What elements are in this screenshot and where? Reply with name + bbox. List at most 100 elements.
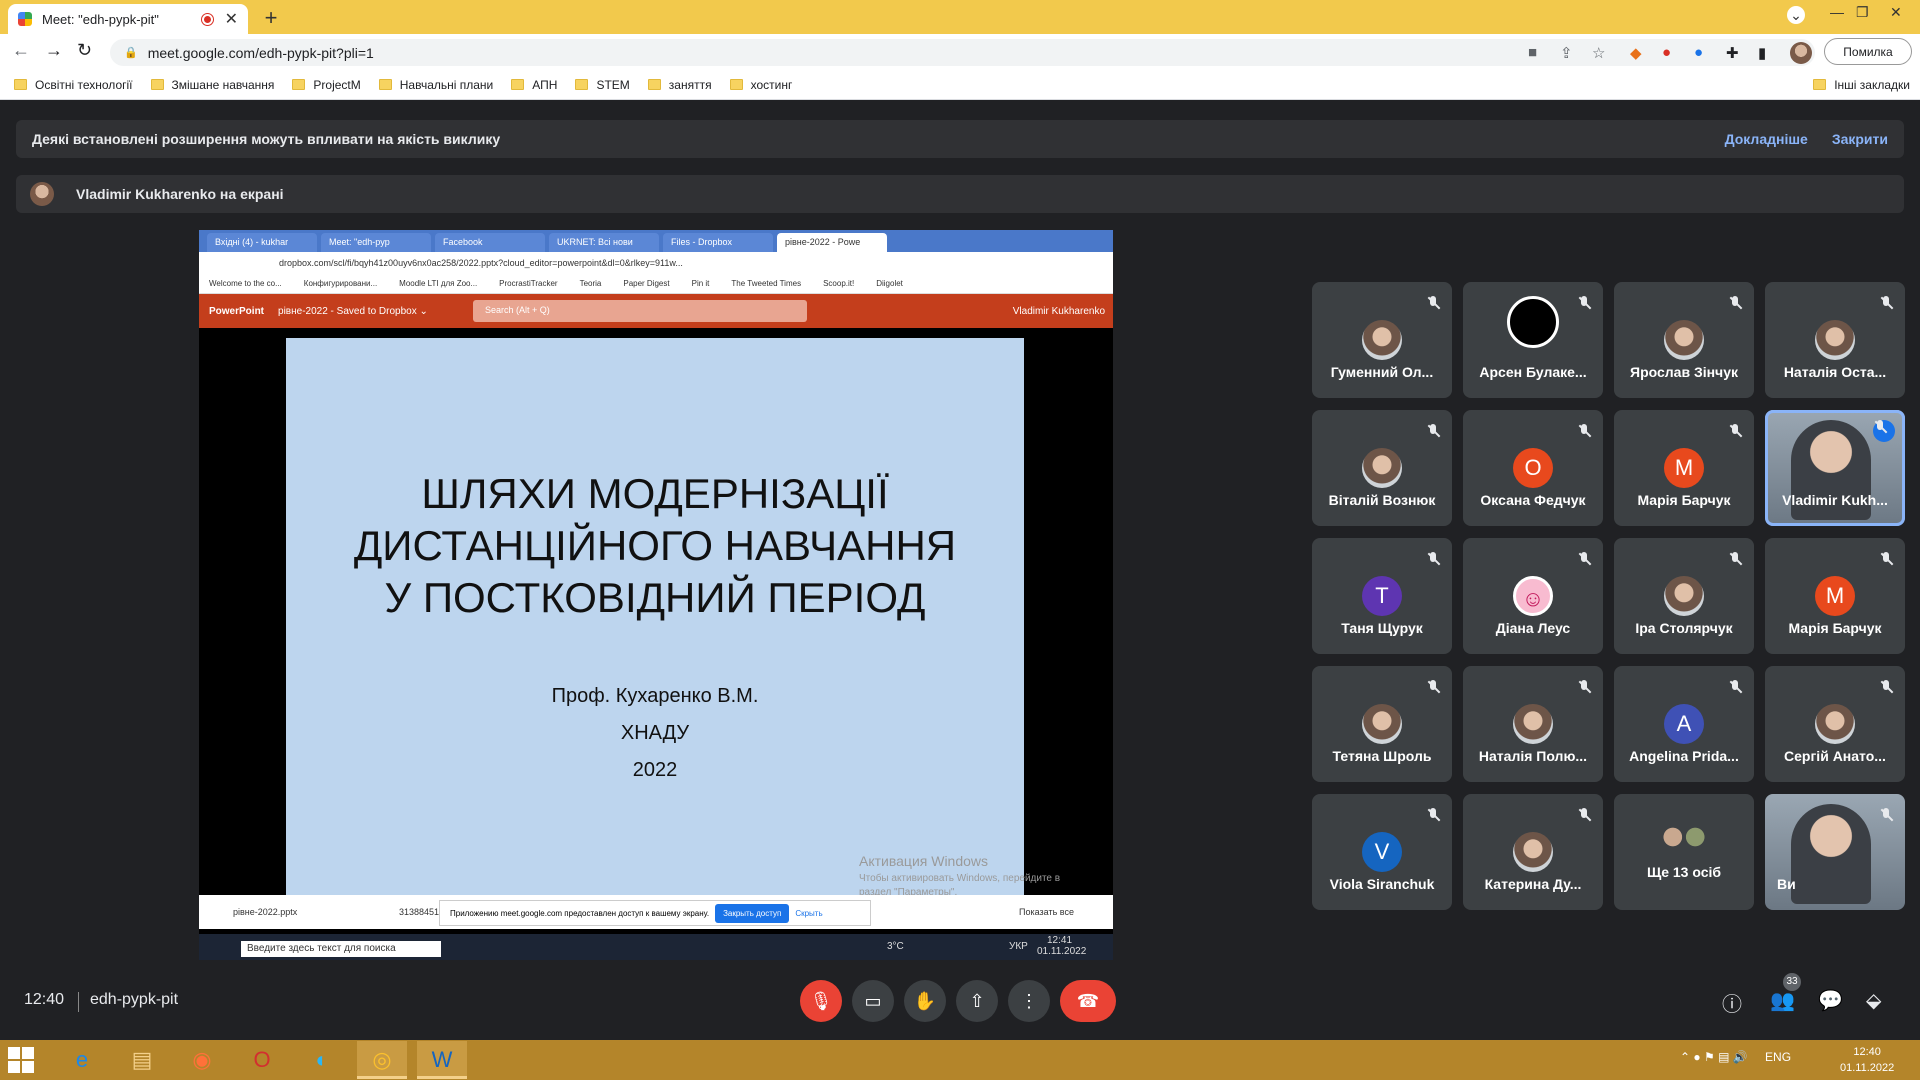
word-icon[interactable]: W xyxy=(417,1041,467,1079)
hand-icon: ✋ xyxy=(913,991,937,1011)
minimize-icon[interactable]: — xyxy=(1830,4,1844,20)
browser-tab-meet[interactable]: Meet: "edh-pypk-pit" ✕ xyxy=(8,4,248,34)
explorer-icon[interactable]: ▤ xyxy=(117,1041,167,1079)
participant-tile[interactable]: О Оксана Федчук xyxy=(1463,410,1603,526)
camera-toggle-button[interactable]: ▭ xyxy=(852,980,894,1022)
bookmark-item[interactable]: Освітні технології xyxy=(14,78,133,92)
participant-tile[interactable]: Vladimir Kukh... xyxy=(1765,410,1905,526)
bookmark-item[interactable]: Навчальні плани xyxy=(378,78,493,92)
participant-tile[interactable]: A Angelina Prida... xyxy=(1614,666,1754,782)
other-bookmarks[interactable]: Інші закладки xyxy=(1813,78,1910,92)
participant-tile[interactable]: Ярослав Зінчук xyxy=(1614,282,1754,398)
opera-icon[interactable]: O xyxy=(237,1041,287,1079)
opera-extension-icon[interactable]: ● xyxy=(1662,44,1671,61)
taskbar-clock[interactable]: 12:40 01.11.2022 xyxy=(1840,1044,1894,1076)
folder-icon xyxy=(729,79,743,90)
shared-url-bar: dropbox.com/scl/fi/bqyh41z00uyv6nx0ac258… xyxy=(199,252,1113,274)
slide-subtitle: Проф. Кухаренко В.М. ХНАДУ 2022 xyxy=(551,685,759,781)
participant-name: Іра Столярчук xyxy=(1635,620,1733,636)
participant-tile[interactable]: ☺ Діана Леус xyxy=(1463,538,1603,654)
present-screen-button[interactable]: ⇧ xyxy=(956,980,998,1022)
bookmark-star-icon[interactable]: ☆ xyxy=(1592,44,1605,62)
participant-tile[interactable]: V Viola Siranchuk xyxy=(1312,794,1452,910)
restore-icon[interactable]: ❐ xyxy=(1856,4,1869,21)
avatar-photo xyxy=(1815,704,1855,744)
mic-toggle-button[interactable]: 🎙 xyxy=(800,980,842,1022)
participant-tile[interactable]: Віталій Вознюк xyxy=(1312,410,1452,526)
bookmark-item[interactable]: ProjectM xyxy=(292,78,361,92)
edge-icon[interactable]: ◐ xyxy=(297,1041,347,1079)
chrome-icon[interactable]: ◎ xyxy=(357,1041,407,1079)
meeting-info-icon[interactable]: ⓘ xyxy=(1722,988,1742,1017)
tab-close-icon[interactable]: ✕ xyxy=(225,9,238,29)
folder-icon xyxy=(1813,79,1827,90)
mic-off-icon xyxy=(1577,808,1591,822)
folder-icon xyxy=(14,79,27,90)
browser-tabstrip xyxy=(0,0,1920,34)
bookmark-item[interactable]: АПН xyxy=(511,78,557,92)
extension-blue-icon[interactable]: ● xyxy=(1694,44,1703,61)
mic-off-icon xyxy=(1879,552,1893,566)
leave-call-button[interactable]: ☎ xyxy=(1060,980,1116,1022)
tab-search-icon[interactable]: ⌄ xyxy=(1787,6,1805,24)
mic-off-icon xyxy=(1879,296,1893,310)
doc-name: рівне-2022 - Saved to Dropbox ⌄ xyxy=(278,305,428,317)
input-language[interactable]: ENG xyxy=(1765,1050,1791,1064)
share-icon[interactable]: ⇪ xyxy=(1560,44,1573,62)
raise-hand-button[interactable]: ✋ xyxy=(904,980,946,1022)
window-close-icon[interactable]: ✕ xyxy=(1890,4,1902,21)
participant-tile[interactable]: Ще 13 осіб xyxy=(1614,794,1754,910)
mic-off-icon xyxy=(1577,296,1591,310)
participant-name: Арсен Булаке... xyxy=(1479,364,1587,380)
dismiss-warning-button[interactable]: Закрити xyxy=(1832,131,1888,147)
firefox-icon[interactable]: ◉ xyxy=(177,1041,227,1079)
participant-tile[interactable]: Наталія Оста... xyxy=(1765,282,1905,398)
people-icon[interactable]: 👥 xyxy=(1770,988,1795,1013)
participant-tile[interactable]: Сергій Анато... xyxy=(1765,666,1905,782)
participant-tile[interactable]: Тетяна Шроль xyxy=(1312,666,1452,782)
participant-tile[interactable]: М Марія Барчук xyxy=(1614,410,1754,526)
participant-tile[interactable]: Іра Столярчук xyxy=(1614,538,1754,654)
participant-name: Оксана Федчук xyxy=(1480,492,1586,508)
participant-tile[interactable]: М Марія Барчук xyxy=(1765,538,1905,654)
participant-tile[interactable]: Наталія Полю... xyxy=(1463,666,1603,782)
present-icon: ⇧ xyxy=(969,991,985,1011)
chat-icon[interactable]: 💬 xyxy=(1818,988,1843,1013)
participant-tile[interactable]: Гуменний Ол... xyxy=(1312,282,1452,398)
shared-taskbar: Введите здесь текст для поиска 3°C УКР 1… xyxy=(199,934,1113,960)
presenter-banner: Vladimir Kukharenko на екрані xyxy=(16,175,1904,213)
new-tab-button[interactable]: + xyxy=(258,6,284,32)
windows-start-icon[interactable] xyxy=(8,1047,34,1073)
bookmark-item[interactable]: STEM xyxy=(575,78,630,92)
camera-icon[interactable]: ■ xyxy=(1528,44,1537,61)
ie-icon[interactable]: e xyxy=(57,1041,107,1079)
participant-name: Наталія Оста... xyxy=(1783,364,1887,380)
profile-avatar[interactable] xyxy=(1790,42,1812,64)
extensions-puzzle-icon[interactable]: ✚ xyxy=(1726,44,1739,62)
participant-name: Віталій Вознюк xyxy=(1328,492,1436,508)
participant-name: Ярослав Зінчук xyxy=(1630,364,1738,380)
participant-tile[interactable]: Ви xyxy=(1765,794,1905,910)
bookmark-item[interactable]: Змішане навчання xyxy=(150,78,274,92)
reload-icon[interactable]: ↻ xyxy=(77,40,92,61)
bookmark-item[interactable]: хостинг xyxy=(729,78,792,92)
activities-icon[interactable]: ⬙ xyxy=(1866,988,1881,1013)
participant-tile[interactable]: Катерина Ду... xyxy=(1463,794,1603,910)
divider xyxy=(78,992,79,1012)
error-button[interactable]: Помилка xyxy=(1824,38,1912,65)
participant-tile[interactable]: Т Таня Щурук xyxy=(1312,538,1452,654)
forward-icon[interactable]: → xyxy=(45,40,63,61)
brave-extension-icon[interactable]: ◆ xyxy=(1630,44,1642,62)
bookmark-item[interactable]: заняття xyxy=(647,78,712,92)
avatar-photo xyxy=(1362,704,1402,744)
recording-icon xyxy=(201,13,213,25)
mic-off-icon xyxy=(1426,424,1440,438)
avatar-photo xyxy=(1513,832,1553,872)
participant-tile[interactable]: Арсен Булаке... xyxy=(1463,282,1603,398)
participant-name: Гуменний Ол... xyxy=(1330,364,1434,380)
back-icon[interactable]: ← xyxy=(12,40,30,61)
side-panel-icon[interactable]: ▮ xyxy=(1758,44,1766,62)
more-options-button[interactable]: ⋮ xyxy=(1008,980,1050,1022)
presenter-avatar xyxy=(30,182,54,206)
learn-more-link[interactable]: Докладніше xyxy=(1725,131,1808,147)
